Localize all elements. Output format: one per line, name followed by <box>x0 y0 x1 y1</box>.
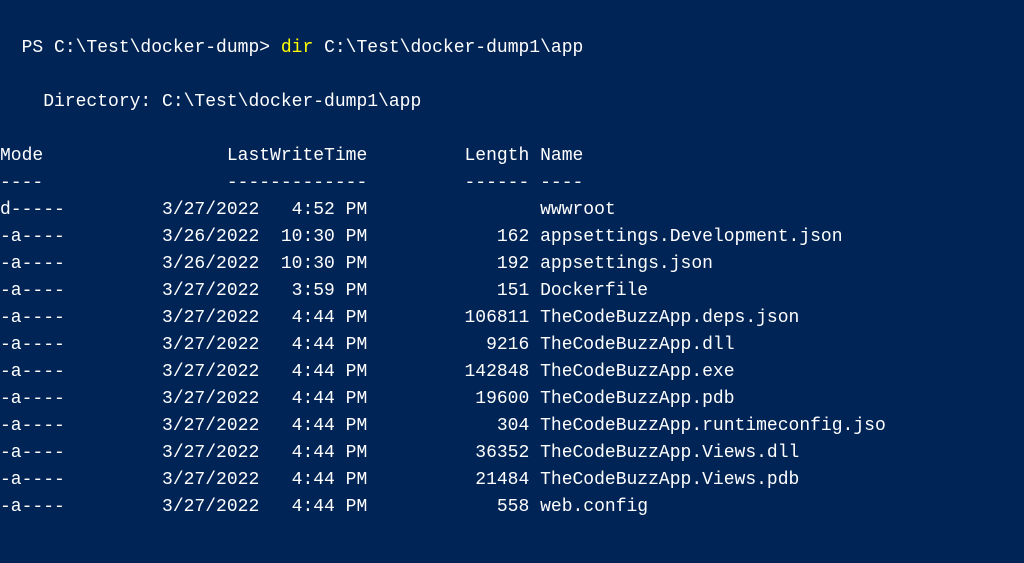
command: dir <box>281 38 313 58</box>
table-row: -a---- 3/27/2022 4:44 PM 106811 TheCodeB… <box>0 305 1024 332</box>
table-row: d----- 3/27/2022 4:52 PM wwwroot <box>0 197 1024 224</box>
prompt-prefix: PS C:\Test\docker-dump> <box>22 38 281 58</box>
table-header: Mode LastWriteTime Length Name <box>0 143 1024 170</box>
table-row: -a---- 3/27/2022 4:44 PM 142848 TheCodeB… <box>0 359 1024 386</box>
table-row: -a---- 3/27/2022 4:44 PM 558 web.config <box>0 494 1024 521</box>
table-row: -a---- 3/27/2022 4:44 PM 304 TheCodeBuzz… <box>0 413 1024 440</box>
file-listing: d----- 3/27/2022 4:52 PM wwwroot-a---- 3… <box>0 197 1024 521</box>
table-row: -a---- 3/27/2022 3:59 PM 151 Dockerfile <box>0 278 1024 305</box>
table-row: -a---- 3/27/2022 4:44 PM 21484 TheCodeBu… <box>0 467 1024 494</box>
table-row: -a---- 3/27/2022 4:44 PM 19600 TheCodeBu… <box>0 386 1024 413</box>
directory-header: Directory: C:\Test\docker-dump1\app <box>0 89 1024 116</box>
table-separator: ---- ------------- ------ ---- <box>0 170 1024 197</box>
table-row: -a---- 3/27/2022 4:44 PM 36352 TheCodeBu… <box>0 440 1024 467</box>
table-row: -a---- 3/26/2022 10:30 PM 162 appsetting… <box>0 224 1024 251</box>
table-row: -a---- 3/26/2022 10:30 PM 192 appsetting… <box>0 251 1024 278</box>
command-argument: C:\Test\docker-dump1\app <box>313 38 583 58</box>
prompt-line: PS C:\Test\docker-dump> dir C:\Test\dock… <box>0 8 1024 62</box>
table-row: -a---- 3/27/2022 4:44 PM 9216 TheCodeBuz… <box>0 332 1024 359</box>
